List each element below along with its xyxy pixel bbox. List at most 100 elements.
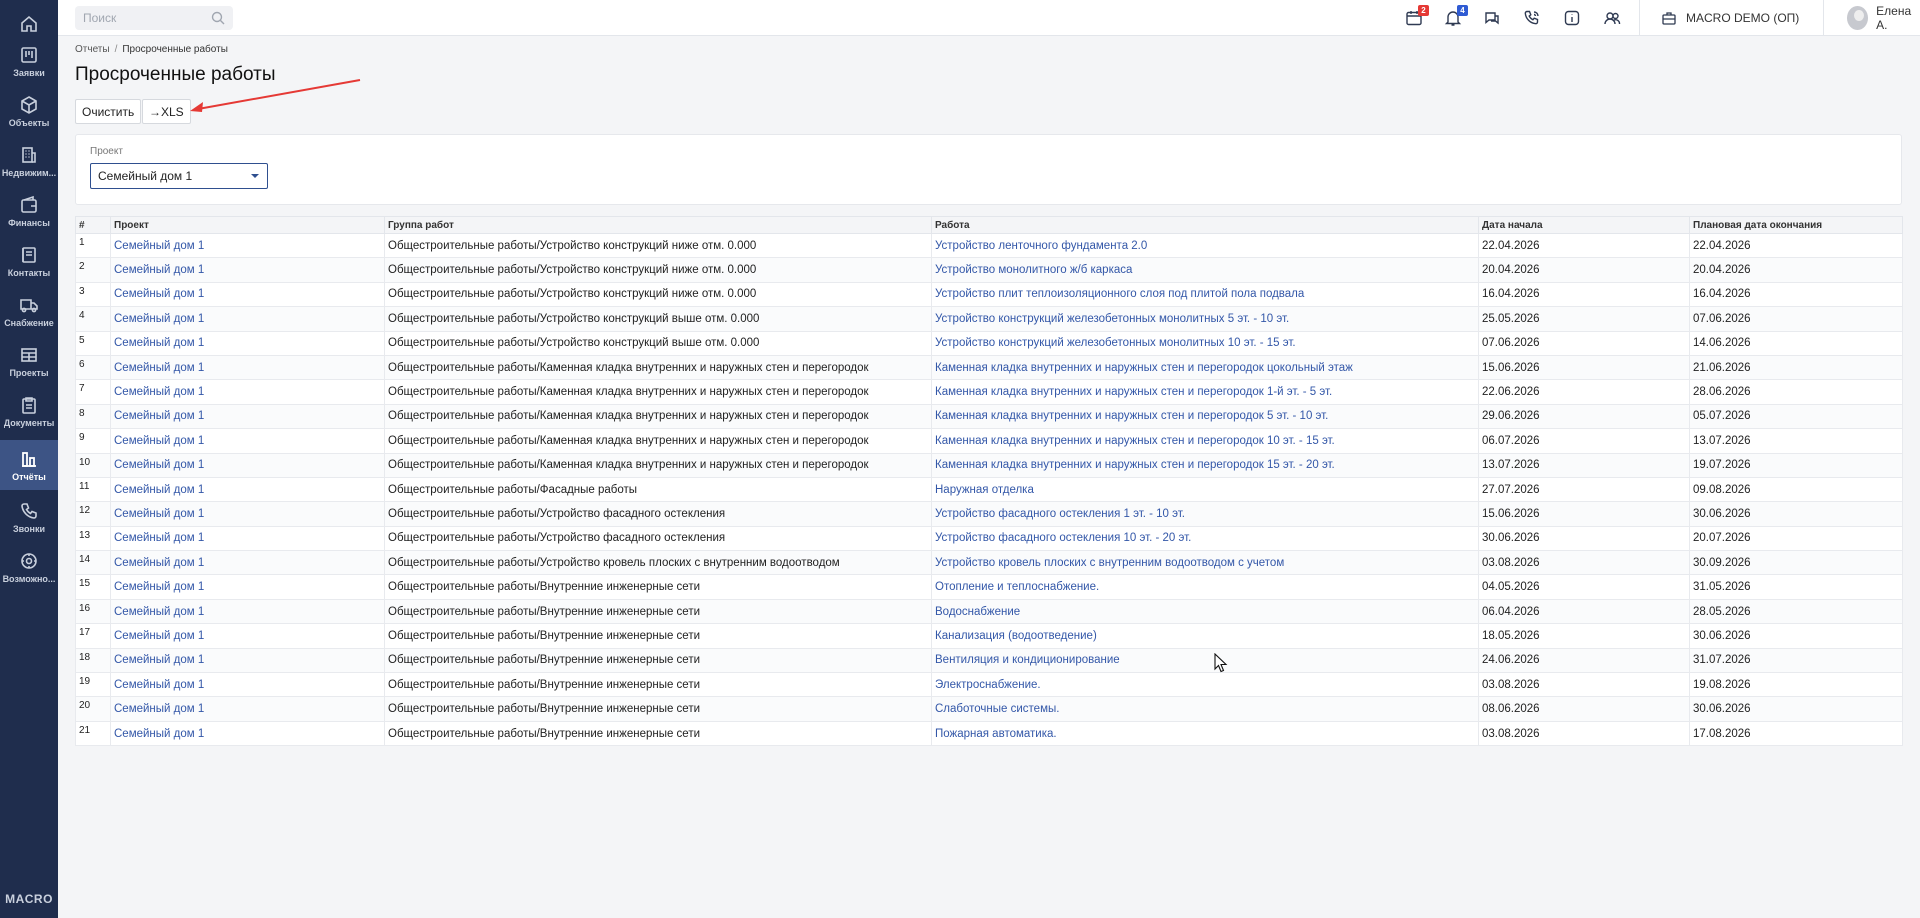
work-link[interactable]: Каменная кладка внутренних и наружных ст… xyxy=(935,459,1335,471)
info-button[interactable] xyxy=(1562,8,1582,28)
project-link[interactable]: Семейный дом 1 xyxy=(114,532,204,544)
work-link[interactable]: Устройство плит теплоизоляционного слоя … xyxy=(935,288,1304,300)
user-menu[interactable]: Елена А. xyxy=(1823,0,1920,36)
cell-planned-end-date: 20.07.2026 xyxy=(1689,525,1903,552)
users-button[interactable] xyxy=(1602,8,1622,28)
cell-work: Устройство плит теплоизоляционного слоя … xyxy=(931,281,1479,308)
cell-planned-end-date: 16.04.2026 xyxy=(1689,281,1903,308)
company-selector[interactable]: MACRO DEMO (ОП) xyxy=(1661,0,1799,36)
sidebar-item-realty[interactable]: Недвижим... xyxy=(0,136,58,186)
sidebar-item-reports[interactable]: Отчёты xyxy=(0,440,58,490)
project-link[interactable]: Семейный дом 1 xyxy=(114,581,204,593)
work-link[interactable]: Каменная кладка внутренних и наружных ст… xyxy=(935,410,1328,422)
cell-work-group: Общестроительные работы/Каменная кладка … xyxy=(384,403,932,430)
search-box[interactable] xyxy=(75,6,233,30)
work-link[interactable]: Электроснабжение. xyxy=(935,679,1041,691)
project-link[interactable]: Семейный дом 1 xyxy=(114,728,204,740)
sidebar-item-calls[interactable]: Звонки xyxy=(0,492,58,542)
sidebar-item-contacts[interactable]: Контакты xyxy=(0,236,58,286)
work-link[interactable]: Устройство монолитного ж/б каркаса xyxy=(935,264,1132,276)
sidebar-item-objects[interactable]: Объекты xyxy=(0,86,58,136)
work-link[interactable]: Устройство фасадного остекления 1 эт. - … xyxy=(935,508,1185,520)
col-header-start-date[interactable]: Дата начала xyxy=(1478,216,1690,234)
briefcase-icon xyxy=(1662,12,1676,25)
calls-button[interactable] xyxy=(1522,8,1542,28)
export-xls-button[interactable]: →XLS xyxy=(142,99,191,124)
clear-button[interactable]: Очистить xyxy=(75,99,142,124)
calendar-button[interactable]: 2 xyxy=(1404,5,1429,28)
cell-start-date: 15.06.2026 xyxy=(1478,354,1690,381)
work-link[interactable]: Слаботочные системы. xyxy=(935,703,1059,715)
cell-project: Семейный дом 1 xyxy=(110,623,385,649)
project-link[interactable]: Семейный дом 1 xyxy=(114,459,204,471)
cell-number: 14 xyxy=(75,550,111,576)
project-link[interactable]: Семейный дом 1 xyxy=(114,630,204,642)
cell-work-group: Общестроительные работы/Внутренние инжен… xyxy=(384,672,932,698)
work-link[interactable]: Устройство кровель плоских с внутренним … xyxy=(935,557,1284,569)
cell-work-group: Общестроительные работы/Каменная кладка … xyxy=(384,354,932,381)
work-link[interactable]: Устройство конструкций железобетонных мо… xyxy=(935,313,1289,325)
cell-planned-end-date: 30.06.2026 xyxy=(1689,696,1903,722)
col-header-planned-end-date[interactable]: Плановая дата окончания xyxy=(1689,216,1903,234)
cell-work: Водоснабжение xyxy=(931,598,1479,625)
project-link[interactable]: Семейный дом 1 xyxy=(114,240,204,252)
project-link[interactable]: Семейный дом 1 xyxy=(114,362,204,374)
project-link[interactable]: Семейный дом 1 xyxy=(114,264,204,276)
work-link[interactable]: Устройство конструкций железобетонных мо… xyxy=(935,337,1296,349)
sidebar-item-label: Отчёты xyxy=(12,471,46,482)
work-link[interactable]: Каменная кладка внутренних и наружных ст… xyxy=(935,362,1353,374)
table-row: 5 Семейный дом 1 Общестроительные работы/У… xyxy=(75,330,1903,356)
cell-number: 10 xyxy=(75,452,111,478)
work-link[interactable]: Устройство ленточного фундамента 2.0 xyxy=(935,240,1147,252)
notifications-button[interactable]: 4 xyxy=(1443,5,1468,28)
work-link[interactable]: Водоснабжение xyxy=(935,606,1020,618)
project-link[interactable]: Семейный дом 1 xyxy=(114,288,204,300)
project-link[interactable]: Семейный дом 1 xyxy=(114,410,204,422)
project-link[interactable]: Семейный дом 1 xyxy=(114,557,204,569)
cell-project: Семейный дом 1 xyxy=(110,672,385,698)
annotation-arrow xyxy=(190,79,361,112)
work-link[interactable]: Наружная отделка xyxy=(935,484,1034,496)
chat-button[interactable] xyxy=(1482,8,1502,28)
cell-planned-end-date: 28.06.2026 xyxy=(1689,379,1903,405)
work-link[interactable]: Устройство фасадного остекления 10 эт. -… xyxy=(935,532,1191,544)
work-link[interactable]: Пожарная автоматика. xyxy=(935,728,1057,740)
project-select[interactable]: Семейный дом 1 xyxy=(90,163,268,189)
search-input[interactable] xyxy=(75,6,233,30)
project-link[interactable]: Семейный дом 1 xyxy=(114,654,204,666)
project-link[interactable]: Семейный дом 1 xyxy=(114,679,204,691)
project-link[interactable]: Семейный дом 1 xyxy=(114,435,204,447)
work-link[interactable]: Канализация (водоотведение) xyxy=(935,630,1097,642)
cell-start-date: 15.06.2026 xyxy=(1478,501,1690,527)
cell-work-group: Общестроительные работы/Фасадные работы xyxy=(384,476,932,503)
chat-icon xyxy=(1485,12,1499,25)
project-link[interactable]: Семейный дом 1 xyxy=(114,508,204,520)
cell-planned-end-date: 30.06.2026 xyxy=(1689,501,1903,527)
project-link[interactable]: Семейный дом 1 xyxy=(114,606,204,618)
home-icon xyxy=(19,14,39,34)
work-link[interactable]: Каменная кладка внутренних и наружных ст… xyxy=(935,435,1335,447)
col-header-work-group[interactable]: Группа работ xyxy=(384,216,932,234)
project-link[interactable]: Семейный дом 1 xyxy=(114,484,204,496)
sidebar-item-features[interactable]: Возможно... xyxy=(0,542,58,592)
col-header-work[interactable]: Работа xyxy=(931,216,1479,234)
col-header-project[interactable]: Проект xyxy=(110,216,385,234)
table-row: 18 Семейный дом 1 Общестроительные работы/… xyxy=(75,647,1903,674)
work-link[interactable]: Вентиляция и кондиционирование xyxy=(935,654,1120,666)
project-link[interactable]: Семейный дом 1 xyxy=(114,386,204,398)
sidebar-item-documents[interactable]: Документы xyxy=(0,386,58,436)
sidebar-item-finance[interactable]: Финансы xyxy=(0,186,58,236)
cell-start-date: 03.08.2026 xyxy=(1478,550,1690,576)
project-link[interactable]: Семейный дом 1 xyxy=(114,337,204,349)
sidebar-item-supply[interactable]: Снабжение xyxy=(0,286,58,336)
sidebar-item-projects[interactable]: Проекты xyxy=(0,336,58,386)
work-link[interactable]: Каменная кладка внутренних и наружных ст… xyxy=(935,386,1332,398)
sidebar-item-requests[interactable]: Заявки xyxy=(0,36,58,86)
cell-work: Устройство ленточного фундамента 2.0 xyxy=(931,232,1479,259)
breadcrumb-reports-link[interactable]: Отчеты xyxy=(75,44,110,55)
cell-number: 20 xyxy=(75,696,111,722)
cell-project: Семейный дом 1 xyxy=(110,428,385,454)
work-link[interactable]: Отопление и теплоснабжение. xyxy=(935,581,1099,593)
project-link[interactable]: Семейный дом 1 xyxy=(114,313,204,325)
project-link[interactable]: Семейный дом 1 xyxy=(114,703,204,715)
